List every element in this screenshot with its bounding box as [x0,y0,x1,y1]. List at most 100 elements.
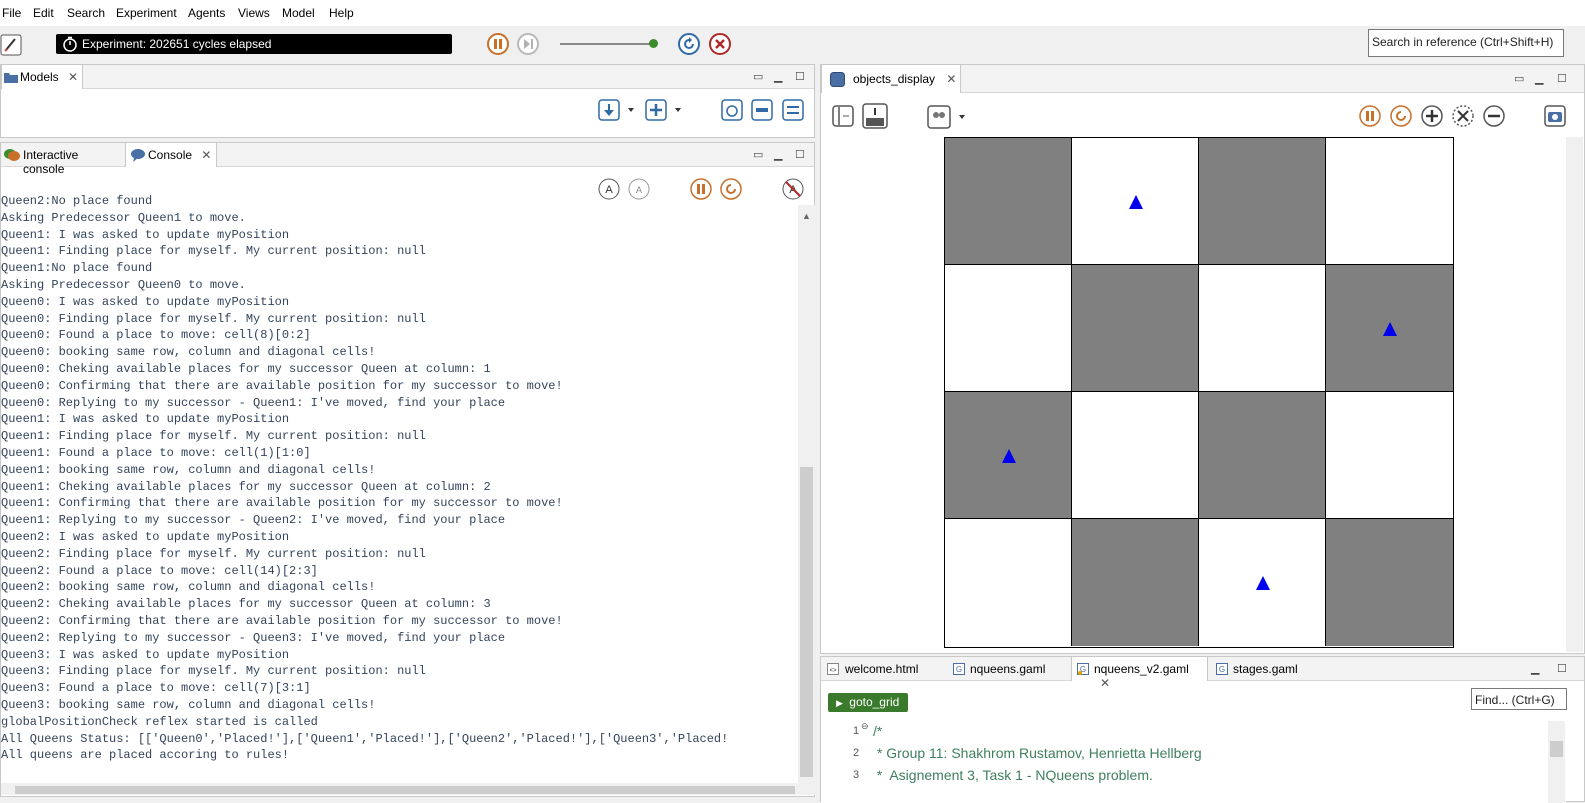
menu-model[interactable]: Model [282,6,315,20]
console-scrollbar[interactable]: ▲ [798,205,815,795]
tab-nqueens[interactable]: G nqueens.gaml [948,657,1068,681]
close-experiment-button[interactable] [709,33,731,55]
board-cell[interactable] [1199,265,1326,392]
tab-interactive-console-label: Interactive console [23,148,79,176]
console-hscrollbar[interactable] [1,783,798,795]
board-cell[interactable] [945,519,1072,646]
folder-icon [4,73,18,83]
zoom-out-icon[interactable] [1483,105,1505,127]
display-icon [830,72,845,87]
tab-console-label: Console [148,148,193,162]
sync-display-icon[interactable] [1390,105,1412,127]
console-line: Queen2: booking same row, column and dia… [1,580,376,595]
board-cell[interactable] [1326,138,1453,265]
add-model-icon[interactable] [645,99,685,121]
tab-interactive-console[interactable]: Interactive console [1,143,123,176]
menu-edit[interactable]: Edit [33,6,54,20]
maximize-icon[interactable]: ☐ [1557,662,1567,675]
pause-display-icon[interactable] [1359,105,1381,127]
find-input[interactable]: Find... (Ctrl+G) [1471,688,1567,710]
editor-scrollbar-thumb[interactable] [1550,741,1563,757]
maximize-icon[interactable]: ☐ [795,148,805,161]
editor-scrollbar[interactable] [1548,721,1565,803]
minimize-icon[interactable]: ▁ [774,148,782,161]
menu-experiment[interactable]: Experiment [116,6,177,20]
queen-agent[interactable] [1001,448,1016,463]
step-button[interactable] [517,33,539,55]
speed-slider[interactable] [560,43,652,45]
board-cell[interactable] [1072,519,1199,646]
close-icon[interactable]: ✕ [68,70,78,84]
board-cell[interactable] [945,265,1072,392]
camera-icon[interactable] [1544,105,1566,127]
tab-welcome[interactable]: <> welcome.html [821,657,946,681]
console-line: Queen0: I was asked to update myPosition [1,294,290,309]
tab-stages[interactable]: G stages.gaml [1211,657,1321,681]
tab-models[interactable]: Models ✕ [1,65,83,89]
tab-nqueens-v2[interactable]: G nqueens_v2.gaml ✕ [1071,657,1208,690]
zoom-fit-icon[interactable] [1452,105,1474,127]
layers-icon[interactable] [927,105,967,129]
toggle-sidebar-icon[interactable] [832,105,856,127]
display-tabbar: objects_display ✕ ▭ ▁ ☐ [821,65,1584,93]
pause-button[interactable] [487,33,509,55]
menu-views[interactable]: Views [238,6,270,20]
alarm-icon[interactable] [721,99,743,121]
zoom-in-icon[interactable] [1421,105,1443,127]
console-line: Queen0: Confirming that there are availa… [1,378,563,393]
svg-text:G: G [1219,665,1225,674]
speed-slider-handle[interactable] [649,39,658,48]
reload-button[interactable] [678,33,700,55]
minimize-icon[interactable]: ▁ [1531,662,1539,675]
import-icon[interactable] [598,99,638,121]
snapshot-icon[interactable] [862,103,888,129]
console-line: All Queens Status: [['Queen0','Placed!']… [1,731,729,746]
console-line: Queen0: Cheking available places for my … [1,361,491,376]
queen-agent[interactable] [1128,194,1143,209]
menu-help[interactable]: Help [329,6,354,20]
code-line: /* [873,723,883,739]
console-line: Queen2: Cheking available places for my … [1,597,491,612]
board-cell[interactable] [1072,392,1199,519]
hscrollbar-thumb[interactable] [15,786,795,794]
maximize-icon[interactable]: ☐ [1557,72,1567,85]
scrollbar-thumb[interactable] [800,467,813,777]
close-icon[interactable]: ✕ [201,148,211,162]
goto-grid-label: goto_grid [849,695,900,709]
fold-icon[interactable]: ⊖ [861,721,869,732]
display-scrollbar[interactable] [1566,137,1583,652]
models-panel: Models ✕ ▭ ▁ ☐ [0,64,815,138]
search-reference-input[interactable]: Search in reference (Ctrl+Shift+H) [1368,29,1564,57]
tab-console[interactable]: Console ✕ [125,143,217,167]
menu-file[interactable]: File [2,6,21,20]
queen-agent[interactable] [1255,575,1270,590]
menu-agents[interactable]: Agents [188,6,225,20]
board-cell[interactable] [1326,392,1453,519]
svg-text:<>: <> [829,668,837,674]
minimize-icon[interactable]: ▁ [1535,72,1543,85]
maximize-icon[interactable]: ☐ [795,70,805,83]
code-editor[interactable]: 1 ⊖ 2 3 /* * Group 11: Shakhrom Rustamov… [821,717,1566,803]
board-cell[interactable] [945,138,1072,265]
collapse-icon[interactable] [751,99,773,121]
scroll-up-icon[interactable]: ▲ [802,211,811,221]
goto-grid-button[interactable]: ▶ goto_grid [828,693,908,712]
board-cell[interactable] [1199,138,1326,265]
minimize-icon[interactable]: ▭ [1514,72,1524,85]
tab-nqueens-v2-label: nqueens_v2.gaml [1094,662,1189,676]
board-cell[interactable] [1072,265,1199,392]
board-cell[interactable] [1326,519,1453,646]
board-cell[interactable] [1199,392,1326,519]
close-icon[interactable]: ✕ [1100,676,1110,690]
minimize-icon[interactable]: ▭ [753,70,763,83]
link-icon[interactable] [782,99,804,121]
queen-agent[interactable] [1382,321,1397,336]
minimize-icon[interactable]: ▭ [753,148,763,161]
close-icon[interactable]: ✕ [946,72,956,86]
edit-pencil-icon[interactable] [0,34,22,56]
minimize-icon[interactable]: ▁ [774,70,782,83]
menu-search[interactable]: Search [67,6,105,20]
tab-welcome-label: welcome.html [845,662,919,676]
tab-objects-display[interactable]: objects_display ✕ [821,65,961,93]
display-canvas[interactable] [821,137,1565,652]
